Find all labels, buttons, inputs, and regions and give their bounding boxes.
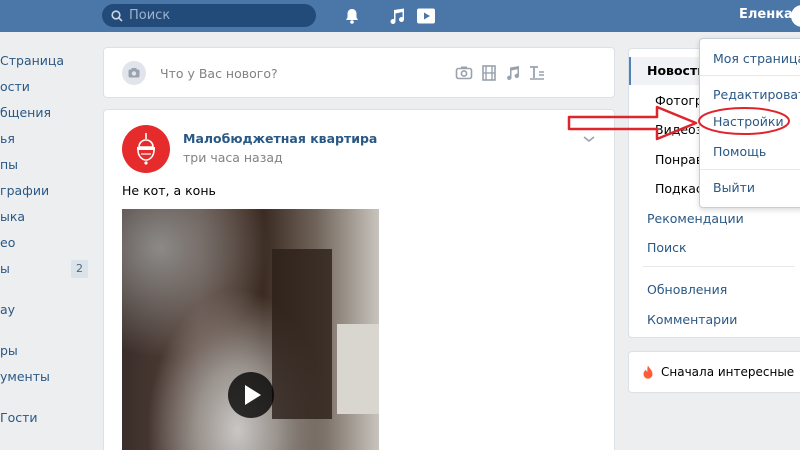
photo-icon[interactable] bbox=[455, 64, 473, 82]
divider bbox=[0, 282, 92, 297]
play-button[interactable] bbox=[228, 372, 274, 418]
divider bbox=[643, 266, 795, 267]
search-input[interactable]: Поиск bbox=[102, 4, 316, 27]
left-sidebar: Страница ости бщения ья пы графии ыка ео… bbox=[0, 48, 92, 431]
feed-post: Малобюджетная квартира три часа назад Не… bbox=[103, 109, 615, 450]
search-placeholder: Поиск bbox=[129, 8, 171, 23]
count-badge: 2 bbox=[71, 260, 88, 278]
annotation-arrow bbox=[567, 105, 698, 141]
composer-placeholder[interactable]: Что у Вас нового? bbox=[160, 66, 278, 81]
user-name[interactable]: Еленка bbox=[739, 7, 793, 22]
post-composer[interactable]: Что у Вас нового? A bbox=[103, 47, 701, 98]
divider bbox=[700, 75, 800, 76]
menu-item-my-page[interactable]: Моя страница bbox=[713, 51, 800, 66]
video-frame-detail bbox=[272, 249, 332, 419]
lamp-logo-icon bbox=[137, 133, 155, 165]
sidebar-item-news[interactable]: ости bbox=[0, 74, 92, 100]
menu-item-help[interactable]: Помощь bbox=[713, 144, 766, 159]
sidebar-item-photos[interactable]: графии bbox=[0, 178, 92, 204]
audio-icon[interactable] bbox=[504, 64, 522, 82]
filter-updates[interactable]: Обновления bbox=[647, 282, 727, 297]
filter-recommendations[interactable]: Рекомендации bbox=[647, 211, 744, 226]
divider bbox=[0, 323, 92, 338]
play-icon bbox=[245, 385, 261, 405]
video-icon[interactable] bbox=[480, 64, 498, 82]
filter-search[interactable]: Поиск bbox=[647, 240, 687, 255]
sidebar-item-my-page[interactable]: Страница bbox=[0, 48, 92, 74]
camera-icon bbox=[128, 68, 140, 78]
community-avatar[interactable] bbox=[122, 125, 170, 173]
menu-item-edit[interactable]: Редактировать bbox=[713, 87, 800, 102]
active-indicator bbox=[629, 57, 631, 85]
sidebar-item-videos[interactable]: ео bbox=[0, 230, 92, 256]
music-icon[interactable] bbox=[387, 6, 407, 26]
sidebar-item-music[interactable]: ыка bbox=[0, 204, 92, 230]
top-header: Поиск Еленка bbox=[0, 0, 800, 32]
sort-label: Сначала интересные bbox=[661, 365, 795, 379]
video-frame-detail bbox=[337, 324, 379, 414]
sidebar-item-guests[interactable]: Гости bbox=[0, 405, 92, 431]
post-video[interactable] bbox=[122, 209, 379, 450]
video-play-icon[interactable] bbox=[416, 6, 436, 26]
sidebar-item-bookmarks[interactable]: ры bbox=[0, 338, 92, 364]
divider bbox=[700, 169, 800, 170]
fire-icon bbox=[643, 365, 653, 379]
divider bbox=[0, 390, 92, 405]
sidebar-item-documents[interactable]: ументы bbox=[0, 364, 92, 390]
annotation-ellipse bbox=[698, 107, 790, 135]
sidebar-item-friends[interactable]: ья bbox=[0, 126, 92, 152]
sidebar-item-groups[interactable]: пы bbox=[0, 152, 92, 178]
filter-comments[interactable]: Комментарии bbox=[647, 312, 737, 327]
article-icon[interactable] bbox=[528, 64, 546, 82]
search-icon bbox=[111, 10, 123, 22]
post-text: Не кот, а конь bbox=[122, 183, 216, 198]
filter-liked[interactable]: Понрав bbox=[655, 152, 703, 167]
avatar[interactable] bbox=[791, 5, 800, 27]
bell-icon[interactable] bbox=[342, 6, 362, 26]
post-author-link[interactable]: Малобюджетная квартира bbox=[183, 131, 377, 146]
sidebar-item-games[interactable]: ы 2 bbox=[0, 256, 92, 282]
sidebar-item-pay[interactable]: ay bbox=[0, 297, 92, 323]
composer-avatar bbox=[122, 61, 146, 85]
sidebar-item-messages[interactable]: бщения bbox=[0, 100, 92, 126]
menu-item-logout[interactable]: Выйти bbox=[713, 180, 755, 195]
sort-toggle[interactable]: Сначала интересные bbox=[628, 351, 800, 393]
post-timestamp[interactable]: три часа назад bbox=[183, 150, 283, 165]
